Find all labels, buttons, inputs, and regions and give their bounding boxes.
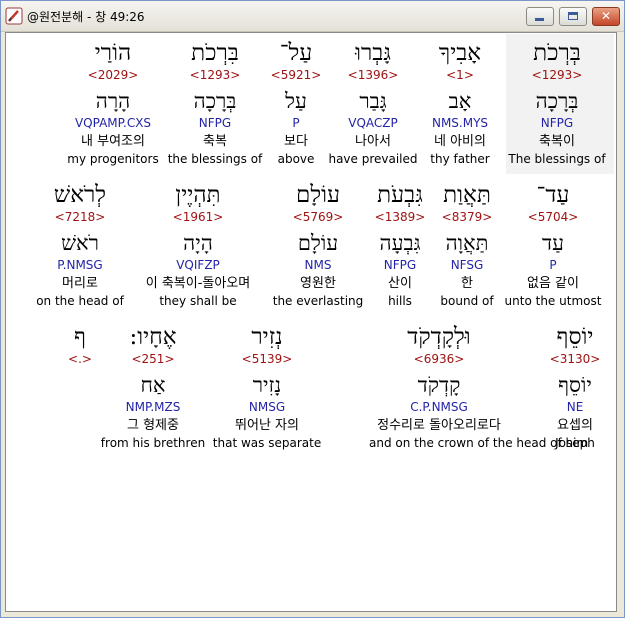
strong-number: <5769> (292, 210, 344, 224)
hebrew-surface-word: לְרֹאשׁ (53, 182, 107, 208)
english-gloss: the everlasting (272, 294, 364, 308)
window-title: @원전분해 - 창 49:26 (27, 10, 145, 24)
app-window: @원전분해 - 창 49:26 ✕ בְּרְכֹת <1293> בְּרָכָה… (0, 0, 625, 618)
english-gloss: my progenitors (67, 152, 159, 166)
hebrew-surface-word: יוֹסֵף (556, 324, 594, 350)
korean-gloss: 머리로 (62, 276, 98, 291)
hebrew-lemma: אַח (140, 373, 166, 397)
hebrew-lemma: הָרָה (95, 89, 131, 113)
app-icon (5, 7, 23, 25)
maximize-button[interactable] (559, 7, 587, 26)
korean-gloss: 내 부여조의 (81, 134, 145, 149)
hebrew-lemma: קָדְקֹד (417, 373, 461, 397)
strong-number: <3130> (549, 352, 601, 366)
morph-code: NMS (304, 258, 332, 272)
strong-number: <.> (68, 352, 92, 366)
morph-code: C.P.NMSG (410, 400, 468, 414)
strong-number: <6936> (413, 352, 465, 366)
morph-code: P.NMSG (57, 258, 103, 272)
close-button[interactable]: ✕ (592, 7, 620, 26)
strong-number: <7218> (54, 210, 106, 224)
hebrew-surface-word: וּלְקָדְקֹד (407, 324, 471, 350)
english-gloss: from his brethren (100, 436, 206, 450)
hebrew-lemma: רֹאשׁ (61, 231, 99, 255)
korean-gloss: 영원한 (300, 276, 336, 291)
title-bar[interactable]: @원전분해 - 창 49:26 ✕ (1, 1, 624, 32)
hebrew-lemma: עוֹלָם (297, 231, 339, 255)
hebrew-surface-word: הוֹרַי (94, 40, 132, 66)
interlinear-panel[interactable]: בְּרְכֹת <1293> בְּרָכָה NFPG 축복이 The blessin… (5, 32, 617, 612)
close-icon: ✕ (600, 9, 612, 23)
hebrew-surface-word: עוֹלָם (295, 182, 340, 208)
strong-number: <2029> (87, 68, 139, 82)
english-gloss: and on the crown of the head of him (369, 436, 589, 450)
hebrew-surface-word: ף (74, 324, 86, 350)
maximize-icon (568, 12, 578, 20)
english-gloss: on the head of (36, 294, 124, 308)
window-edge (617, 32, 624, 612)
minimize-icon (535, 18, 544, 21)
korean-gloss: 그 형제중 (127, 418, 179, 433)
korean-gloss: 정수리로 돌아오리로다 (377, 418, 501, 433)
morph-code: NE (566, 400, 584, 414)
minimize-button[interactable] (526, 7, 554, 26)
morph-code: NMP.MZS (125, 400, 181, 414)
korean-gloss: 요셉의 (557, 418, 593, 433)
morph-code: VQPAMP.CXS (74, 116, 152, 130)
hebrew-lemma: יוֹסֵף (558, 373, 592, 397)
